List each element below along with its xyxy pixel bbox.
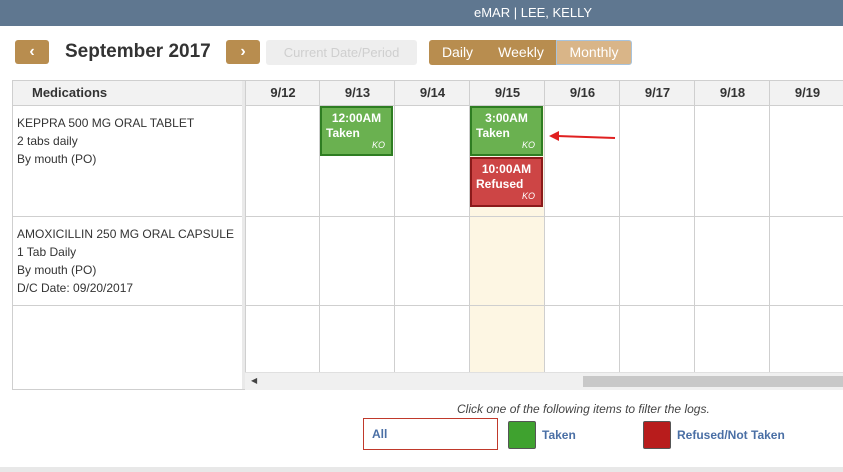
window-title: eMAR | LEE, KELLY [474,5,593,20]
chevron-right-icon: › [240,43,246,60]
log-status: Taken [476,126,510,140]
app-title-bar: eMAR | LEE, KELLY [0,0,843,26]
log-entry-taken[interactable]: 3:00AM Taken KO [470,106,543,156]
day-header: 9/19 [770,81,843,106]
day-header: 9/15 [470,81,545,106]
filter-refused-label[interactable]: Refused/Not Taken [677,428,785,442]
annotation-arrow-icon [549,131,616,141]
log-status: Refused [476,177,524,191]
horizontal-scrollbar[interactable]: ◀ [245,372,843,390]
previous-month-button[interactable]: ‹ [15,40,49,64]
day-header: 9/12 [246,81,320,106]
medication-row[interactable]: KEPPRA 500 MG ORAL TABLET 2 tabs daily B… [13,106,242,217]
row-divider [245,305,843,306]
filter-hint: Click one of the following items to filt… [457,402,710,416]
log-initials: KO [521,191,535,201]
next-month-button[interactable]: › [226,40,260,64]
scrollbar-thumb[interactable] [583,376,843,387]
emar-grid: Medications KEPPRA 500 MG ORAL TABLET 2 … [12,80,843,390]
medications-column: Medications KEPPRA 500 MG ORAL TABLET 2 … [13,81,243,389]
day-header: 9/13 [320,81,395,106]
medication-route: By mouth (PO) [17,263,97,277]
day-column: 9/14 [394,81,470,389]
medication-name: AMOXICILLIN 250 MG ORAL CAPSULE [17,227,234,241]
log-status: Taken [326,126,360,140]
filter-refused-swatch[interactable] [643,421,671,449]
medication-row[interactable]: AMOXICILLIN 250 MG ORAL CAPSULE 1 Tab Da… [13,217,242,306]
view-monthly-button[interactable]: Monthly [556,40,632,65]
filter-taken-swatch[interactable] [508,421,536,449]
day-columns: 9/12 9/13 9/14 9/15 9/16 9/17 9/18 9/19 … [245,81,843,389]
scroll-left-icon[interactable]: ◀ [251,376,257,385]
day-column: 9/19 [769,81,843,389]
row-divider [245,216,843,217]
day-header: 9/16 [545,81,620,106]
log-entry-refused[interactable]: 10:00AM Refused KO [470,157,543,207]
view-toggle-group: Daily Weekly Monthly [429,40,632,65]
day-column: 9/16 [544,81,620,389]
filter-taken-label[interactable]: Taken [542,428,576,442]
day-header: 9/14 [395,81,470,106]
filter-all-button[interactable]: All [363,418,498,450]
day-header: 9/18 [695,81,770,106]
medication-route: By mouth (PO) [17,152,97,166]
log-time: 3:00AM [485,111,528,125]
medications-header-label: Medications [32,85,108,100]
day-column: 9/17 [619,81,695,389]
month-title: September 2017 [65,41,211,62]
medication-dc-date: D/C Date: 09/20/2017 [17,281,134,295]
footer-divider [0,467,843,472]
day-header: 9/17 [620,81,695,106]
chevron-left-icon: ‹ [29,43,35,60]
log-entry-taken[interactable]: 12:00AM Taken KO [320,106,393,156]
log-initials: KO [371,140,385,150]
log-time: 12:00AM [331,111,382,125]
log-initials: KO [521,140,535,150]
medications-header: Medications [13,81,242,106]
view-weekly-button[interactable]: Weekly [486,40,556,65]
view-daily-button[interactable]: Daily [429,40,486,65]
log-time: 10:00AM [481,162,532,176]
medication-name: KEPPRA 500 MG ORAL TABLET [17,116,195,130]
day-column: 9/18 [694,81,770,389]
current-date-period-button[interactable]: Current Date/Period [266,40,417,65]
day-column: 9/12 [245,81,320,389]
medication-dose: 1 Tab Daily [17,245,77,259]
medication-dose: 2 tabs daily [17,134,78,148]
